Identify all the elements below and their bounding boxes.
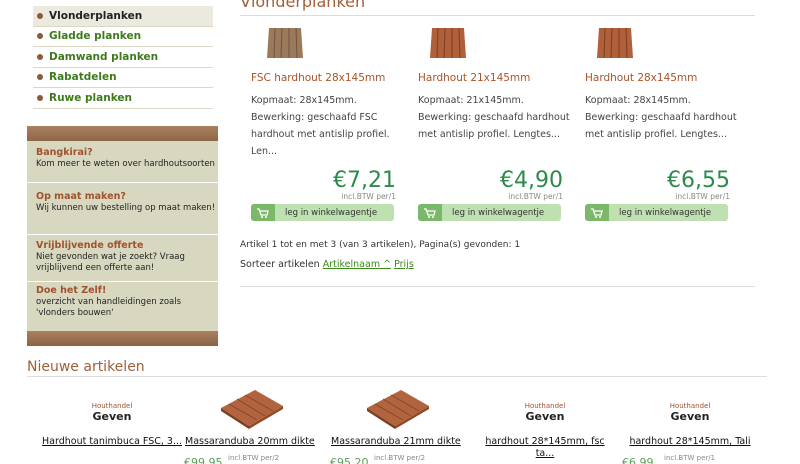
promo-title[interactable]: Op maat maken?: [36, 191, 218, 203]
promo-title[interactable]: Doe het Zelf!: [36, 285, 218, 297]
bullet-icon: [37, 33, 43, 40]
product-image[interactable]: [263, 24, 307, 60]
new-article-name[interactable]: hardhout 28*145mm, Tali: [620, 436, 760, 448]
sort-bar: Sorteer artikelen Artikelnaam ^ Prijs: [240, 259, 414, 270]
brand-logo: Houthandel Geven: [475, 402, 615, 423]
promo-offerte[interactable]: Vrijblijvende offerte Niet gevonden wat …: [27, 240, 218, 282]
cart-button-label: leg in winkelwagentje: [285, 207, 378, 218]
sort-by-name-link[interactable]: Artikelnaam ^: [323, 259, 391, 270]
price-block: €7,21 incl.BTW per/1: [251, 168, 396, 202]
cart-button-label: leg in winkelwagentje: [452, 207, 545, 218]
product-price: €4,90: [500, 168, 563, 193]
sidebar-item-ruwe-planken[interactable]: Ruwe planken: [33, 88, 213, 109]
sidebar-item-damwand-planken[interactable]: Damwand planken: [33, 47, 213, 68]
add-to-cart-button[interactable]: leg in winkelwagentje: [585, 204, 728, 221]
vat-note: incl.BTW per/2: [228, 454, 280, 462]
category-list: Vlonderplanken Gladde planken Damwand pl…: [33, 6, 213, 109]
brand-big-text: Geven: [92, 410, 132, 423]
sidebar-item-label: Ruwe planken: [49, 91, 133, 104]
new-article-name[interactable]: hardhout 28*145mm, fsc ta...: [475, 436, 615, 460]
vat-note: incl.BTW per/1: [508, 192, 563, 201]
product-image[interactable]: [426, 24, 470, 60]
brand-big-text: Geven: [670, 410, 710, 423]
product-name[interactable]: FSC hardhout 28x145mm: [251, 72, 385, 84]
promo-text: Wij kunnen uw bestelling op maat maken!: [36, 203, 216, 213]
product-description: Kopmaat: 28x145mm. Bewerking: geschaafd …: [251, 95, 390, 157]
sidebar-item-vlonderplanken[interactable]: Vlonderplanken: [33, 6, 213, 27]
vat-note: incl.BTW per/1: [341, 192, 396, 201]
divider: [27, 376, 767, 377]
page-title: Vlonderplanken: [240, 0, 366, 11]
product-image[interactable]: [363, 386, 433, 430]
new-article-name[interactable]: Massaranduba 20mm dikte: [182, 436, 322, 448]
new-article-item[interactable]: Houthandel Geven hardhout 28*145mm, Tali…: [620, 380, 760, 464]
promo-text: overzicht van handleidingen zoals 'vlond…: [36, 297, 182, 318]
sidebar-item-label: Vlonderplanken: [49, 9, 143, 22]
brand-big-text: Geven: [525, 410, 565, 423]
add-to-cart-button[interactable]: leg in winkelwagentje: [251, 204, 394, 221]
new-article-price: €6,99: [622, 456, 654, 464]
promo-op-maat[interactable]: Op maat maken? Wij kunnen uw bestelling …: [27, 191, 218, 235]
product-price: €6,55: [667, 168, 730, 193]
new-article-price: €95,20: [330, 456, 369, 464]
product-name[interactable]: Hardhout 21x145mm: [418, 72, 530, 84]
product-image[interactable]: [217, 386, 287, 430]
new-article-name[interactable]: Hardhout tanimbuca FSC, 3...: [42, 436, 182, 448]
cart-icon: [251, 204, 275, 221]
vat-note: incl.BTW per/1: [664, 454, 716, 462]
promo-text: Niet gevonden wat je zoekt? Vraag vrijbl…: [36, 252, 185, 273]
sidebar-item-label: Damwand planken: [49, 50, 159, 63]
price-block: €6,55 incl.BTW per/1: [585, 168, 730, 202]
sort-by-price-link[interactable]: Prijs: [394, 259, 414, 270]
brand-logo: Houthandel Geven: [42, 402, 182, 423]
cart-button-label: leg in winkelwagentje: [619, 207, 712, 218]
new-article-item[interactable]: Houthandel Geven hardhout 28*145mm, fsc …: [475, 380, 615, 459]
new-article-item[interactable]: Massaranduba 20mm dikte €99,95 incl.BTW …: [182, 380, 322, 464]
promo-doe-het-zelf[interactable]: Doe het Zelf! overzicht van handleidinge…: [27, 285, 218, 327]
promo-title[interactable]: Bangkirai?: [36, 147, 218, 159]
sidebar: Vlonderplanken Gladde planken Damwand pl…: [27, 0, 218, 346]
product-image[interactable]: [593, 24, 637, 60]
product-price: €7,21: [333, 168, 396, 193]
new-article-price: €99,95: [184, 456, 223, 464]
promo-title[interactable]: Vrijblijvende offerte: [36, 240, 218, 252]
brand-logo: Houthandel Geven: [620, 402, 760, 423]
sidebar-item-label: Rabatdelen: [49, 71, 117, 84]
bullet-icon: [37, 53, 43, 60]
bullet-icon: [37, 74, 43, 81]
new-articles-title: Nieuwe artikelen: [27, 359, 145, 375]
product-description: Kopmaat: 21x145mm. Bewerking: geschaafd …: [418, 95, 570, 140]
new-article-item[interactable]: Massaranduba 21mm dikte €95,20 incl.BTW …: [328, 380, 468, 464]
add-to-cart-button[interactable]: leg in winkelwagentje: [418, 204, 561, 221]
product-description: Kopmaat: 28x145mm. Bewerking: geschaafd …: [585, 95, 737, 140]
cart-icon: [418, 204, 442, 221]
promo-box: Bangkirai? Kom meer te weten over hardho…: [27, 141, 218, 331]
promo-bangkirai[interactable]: Bangkirai? Kom meer te weten over hardho…: [27, 147, 218, 183]
divider: [240, 15, 755, 16]
sidebar-footer-bar: [27, 331, 218, 346]
vat-note: incl.BTW per/2: [374, 454, 426, 462]
sidebar-item-label: Gladde planken: [49, 30, 142, 43]
pagination-info: Artikel 1 tot en met 3 (van 3 artikelen)…: [240, 240, 521, 250]
new-article-name[interactable]: Massaranduba 21mm dikte: [328, 436, 468, 448]
new-article-item[interactable]: Houthandel Geven Hardhout tanimbuca FSC,…: [42, 380, 182, 447]
divider: [240, 286, 755, 287]
sort-label: Sorteer artikelen: [240, 259, 320, 270]
promo-text: Kom meer te weten over hardhoutsoorten: [36, 159, 215, 169]
cart-icon: [585, 204, 609, 221]
vat-note: incl.BTW per/1: [675, 192, 730, 201]
sidebar-item-gladde-planken[interactable]: Gladde planken: [33, 27, 213, 47]
sidebar-item-rabatdelen[interactable]: Rabatdelen: [33, 68, 213, 88]
bullet-icon: [37, 12, 43, 19]
price-block: €4,90 incl.BTW per/1: [418, 168, 563, 202]
product-name[interactable]: Hardhout 28x145mm: [585, 72, 697, 84]
bullet-icon: [37, 94, 43, 101]
